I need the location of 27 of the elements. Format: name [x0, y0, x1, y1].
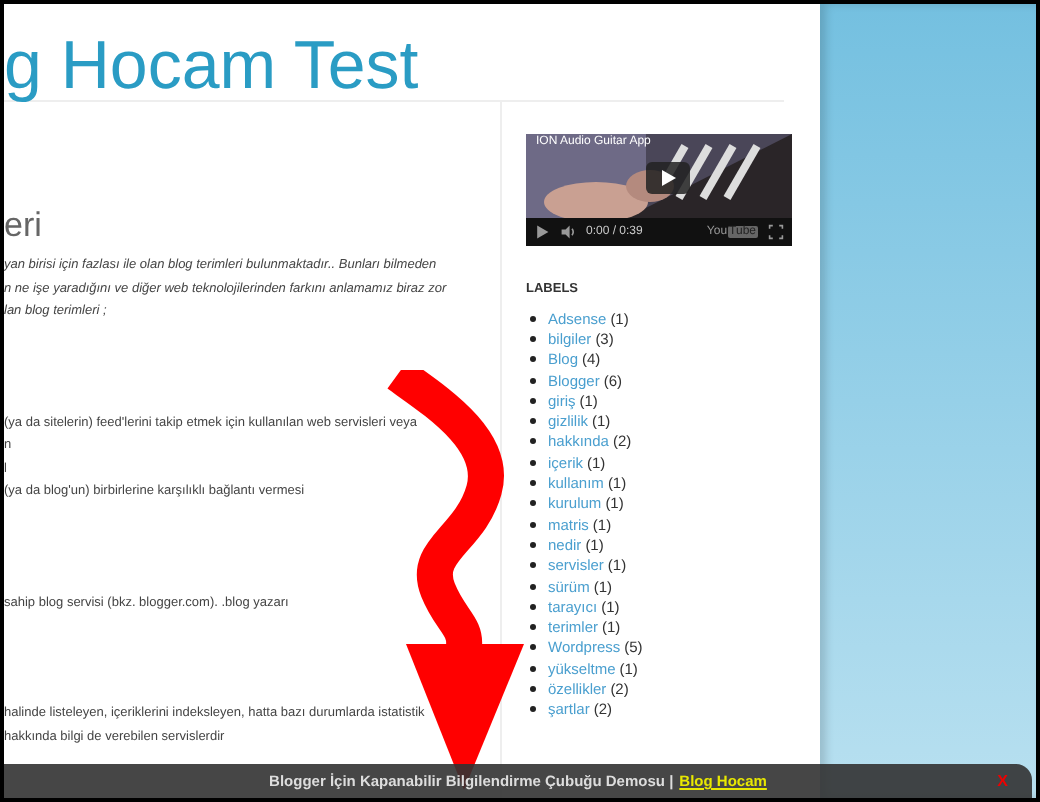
bullet-icon — [530, 500, 536, 507]
bullet-icon — [530, 377, 536, 384]
play-icon[interactable] — [534, 224, 550, 240]
bullet-icon — [530, 521, 536, 528]
bullet-icon — [530, 665, 536, 672]
bullet-icon — [530, 706, 536, 713]
bullet-icon — [530, 624, 536, 631]
play-icon[interactable] — [646, 162, 690, 194]
bullet-icon — [530, 438, 536, 445]
bullet-icon — [530, 459, 536, 466]
bullet-icon — [530, 397, 536, 404]
blog-title[interactable]: g Hocam Test — [4, 32, 784, 100]
volume-icon[interactable] — [560, 224, 576, 240]
bullet-icon — [530, 480, 536, 487]
post-heading: eri — [4, 206, 44, 246]
bullet-icon — [530, 644, 536, 651]
bullet-icon — [530, 583, 536, 589]
fullscreen-icon[interactable] — [768, 224, 784, 240]
bullet-icon — [530, 685, 536, 692]
bullet-icon — [530, 603, 536, 610]
bullet-icon — [530, 315, 536, 322]
bullet-icon — [530, 562, 536, 569]
bullet-icon — [530, 356, 536, 363]
bullet-icon — [530, 541, 536, 548]
close-button[interactable]: X — [997, 772, 1008, 790]
bullet-icon — [530, 418, 536, 425]
bullet-icon — [530, 335, 536, 342]
